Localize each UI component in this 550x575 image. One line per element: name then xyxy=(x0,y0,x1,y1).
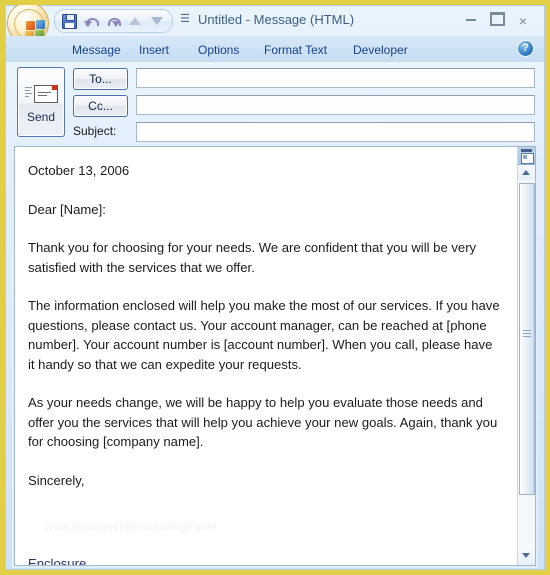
envelope-shape xyxy=(34,85,58,103)
help-icon[interactable]: ? xyxy=(517,40,534,57)
split-bar-line xyxy=(521,149,532,152)
body-closing: Sincerely, xyxy=(28,472,85,488)
next-item-icon xyxy=(151,17,163,25)
cc-button[interactable]: Cc... xyxy=(73,95,128,117)
title-bar: ☰ Untitled - Message (HTML) × xyxy=(6,5,544,43)
minimize-icon xyxy=(466,19,476,21)
ribbon-tab-strip: Message Insert Options Format Text Devel… xyxy=(6,36,544,63)
envelope-stamp xyxy=(52,85,57,90)
tab-insert[interactable]: Insert xyxy=(133,40,175,60)
body-enclosure: Enclosure xyxy=(28,556,87,566)
undo-button[interactable] xyxy=(80,12,102,31)
send-lines xyxy=(25,87,32,99)
previous-item-button[interactable] xyxy=(124,12,146,31)
tab-developer[interactable]: Developer xyxy=(347,40,414,60)
chevron-up-icon xyxy=(522,170,530,175)
undo-icon xyxy=(84,15,99,27)
window-frame: ☰ Untitled - Message (HTML) × Message In… xyxy=(5,5,545,570)
body-paragraph-2: The information enclosed will help you m… xyxy=(28,298,500,372)
redo-button[interactable] xyxy=(102,12,124,31)
body-date: October 13, 2006 xyxy=(28,163,130,178)
send-button-label: Send xyxy=(26,110,56,124)
select-browse-object-icon xyxy=(521,153,534,164)
body-paragraph-1: Thank you for choosing for your needs. W… xyxy=(28,240,477,275)
scroll-up-button[interactable] xyxy=(518,165,535,180)
scrollbar-grip-icon xyxy=(523,330,531,339)
cc-input[interactable] xyxy=(136,95,535,115)
message-body-pane[interactable]: October 13, 2006 Dear [Name]: Thank you … xyxy=(14,146,536,566)
send-envelope-icon xyxy=(25,85,58,104)
to-input[interactable] xyxy=(136,68,535,88)
save-button[interactable] xyxy=(58,12,80,31)
body-salutation: Dear [Name]: xyxy=(28,201,106,217)
scrollbar-thumb[interactable] xyxy=(519,183,535,495)
subject-input[interactable] xyxy=(136,122,535,142)
message-body-text[interactable]: October 13, 2006 Dear [Name]: Thank you … xyxy=(28,161,501,509)
tab-options[interactable]: Options xyxy=(192,40,245,60)
save-icon xyxy=(61,13,77,29)
maximize-button[interactable] xyxy=(486,12,508,30)
split-bar-handle[interactable] xyxy=(518,147,535,165)
outlook-message-window: ☰ Untitled - Message (HTML) × Message In… xyxy=(0,0,550,575)
office-logo-square-blue xyxy=(36,20,45,29)
redo-icon xyxy=(106,15,121,27)
next-item-button[interactable] xyxy=(146,12,168,31)
tab-format-text[interactable]: Format Text xyxy=(258,40,333,60)
quick-access-toolbar xyxy=(54,9,173,33)
to-button[interactable]: To... xyxy=(73,68,128,90)
office-orb-inner xyxy=(14,9,45,40)
maximize-icon xyxy=(489,12,505,26)
previous-item-icon xyxy=(129,17,141,25)
watermark-text: www.heritagechristiancollege.com xyxy=(45,521,218,533)
send-button[interactable]: Send xyxy=(17,67,65,137)
vertical-scrollbar[interactable] xyxy=(517,147,535,565)
body-paragraph-3: As your needs change, we will be happy t… xyxy=(28,395,498,449)
tab-message[interactable]: Message xyxy=(66,40,127,60)
compose-header-pane: Send To... Cc... Subject: xyxy=(6,62,544,142)
scroll-down-button[interactable] xyxy=(518,547,535,565)
subject-label: Subject: xyxy=(73,124,117,138)
window-title: Untitled - Message (HTML) xyxy=(198,12,355,27)
minimize-button[interactable] xyxy=(460,12,482,30)
chevron-down-icon xyxy=(522,553,530,558)
office-logo-square-red xyxy=(26,21,35,30)
customize-quick-access-toolbar-icon[interactable]: ☰ xyxy=(178,12,192,26)
close-button[interactable]: × xyxy=(512,12,534,30)
